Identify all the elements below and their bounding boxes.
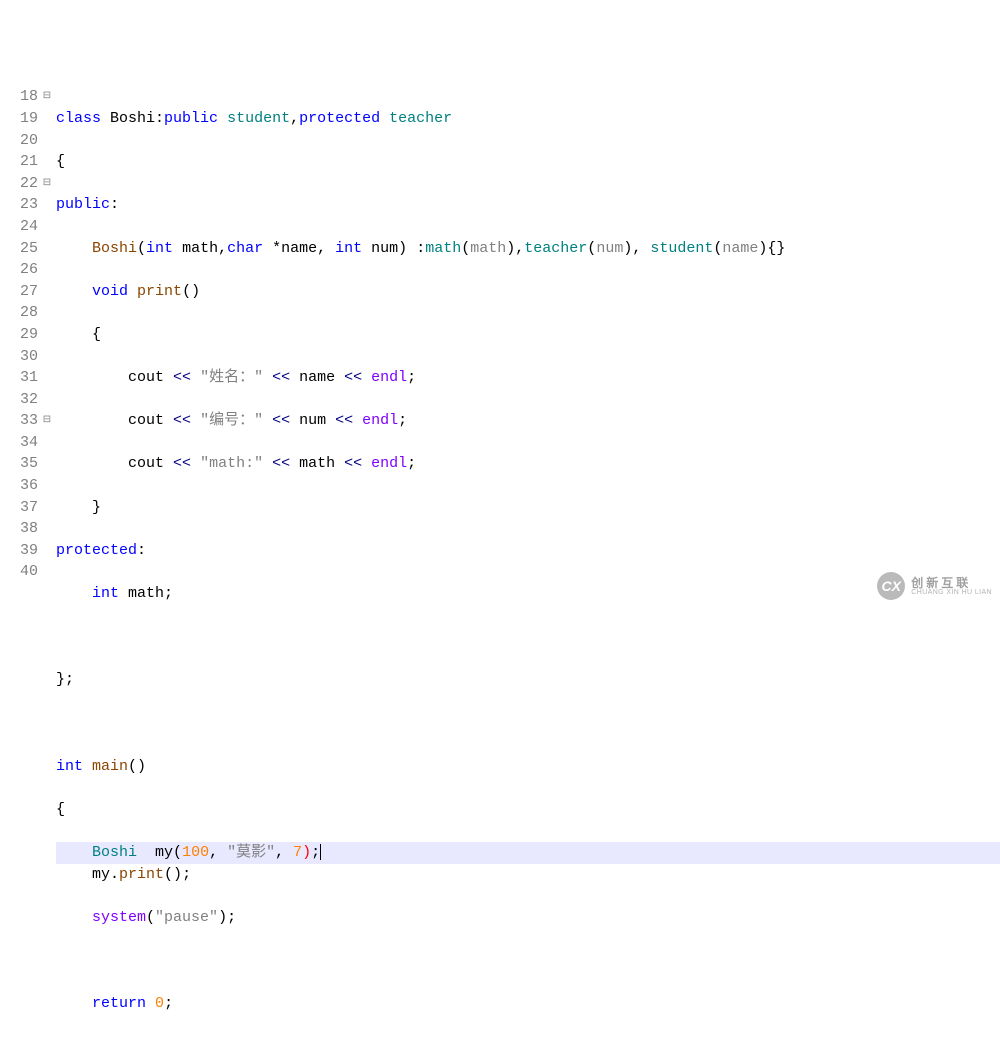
fold-marker	[40, 108, 54, 130]
line-number: 29	[0, 324, 38, 346]
line-number: 24	[0, 216, 38, 238]
line-number: 31	[0, 367, 38, 389]
fold-marker[interactable]: ⊟	[40, 410, 54, 432]
line-number: 27	[0, 281, 38, 303]
line-number: 37	[0, 497, 38, 519]
line-number: 19	[0, 108, 38, 130]
line-number: 20	[0, 130, 38, 152]
fold-marker	[40, 194, 54, 216]
watermark-text-zh: 创新互联	[911, 577, 992, 589]
fold-marker	[40, 238, 54, 260]
fold-marker	[40, 497, 54, 519]
line-number: 22	[0, 173, 38, 195]
code-line[interactable]: }	[56, 497, 1000, 519]
line-number: 30	[0, 346, 38, 368]
code-line[interactable]: cout << "编号：" << num << endl;	[56, 410, 1000, 432]
code-line[interactable]	[56, 626, 1000, 648]
code-line[interactable]: cout << "math:" << math << endl;	[56, 453, 1000, 475]
code-line[interactable]: }	[56, 1037, 1000, 1040]
fold-marker	[40, 216, 54, 238]
text-cursor	[320, 844, 321, 860]
code-line[interactable]: my.print();	[56, 864, 1000, 886]
line-number: 39	[0, 540, 38, 562]
fold-marker	[40, 346, 54, 368]
line-number: 33	[0, 410, 38, 432]
line-number: 40	[0, 561, 38, 583]
fold-marker	[40, 259, 54, 281]
fold-marker	[40, 432, 54, 454]
fold-marker	[40, 324, 54, 346]
code-line[interactable]: {	[56, 799, 1000, 821]
line-number: 36	[0, 475, 38, 497]
line-number: 23	[0, 194, 38, 216]
fold-marker	[40, 151, 54, 173]
code-line[interactable]: return 0;	[56, 993, 1000, 1015]
fold-marker[interactable]: ⊟	[40, 86, 54, 108]
fold-marker	[40, 130, 54, 152]
line-number: 21	[0, 151, 38, 173]
code-line[interactable]: void print()	[56, 281, 1000, 303]
fold-marker	[40, 367, 54, 389]
code-line[interactable]	[56, 713, 1000, 735]
line-number: 38	[0, 518, 38, 540]
code-line[interactable]: {	[56, 324, 1000, 346]
line-number: 25	[0, 238, 38, 260]
line-number: 35	[0, 453, 38, 475]
code-line[interactable]: public:	[56, 194, 1000, 216]
code-line-current[interactable]: Boshi my(100, "莫影", 7);	[56, 842, 1000, 864]
line-number: 26	[0, 259, 38, 281]
code-line[interactable]: class Boshi:public student,protected tea…	[56, 108, 1000, 130]
fold-marker	[40, 281, 54, 303]
code-line[interactable]: cout << "姓名：" << name << endl;	[56, 367, 1000, 389]
fold-marker	[40, 518, 54, 540]
code-line[interactable]	[56, 950, 1000, 972]
fold-marker	[40, 475, 54, 497]
code-line[interactable]: int main()	[56, 756, 1000, 778]
fold-marker	[40, 302, 54, 324]
code-editor: 1819202122232425262728293031323334353637…	[0, 86, 1000, 606]
fold-gutter: ⊟ ⊟ ⊟	[40, 86, 54, 606]
code-line[interactable]: {	[56, 151, 1000, 173]
line-number: 28	[0, 302, 38, 324]
code-line[interactable]: };	[56, 669, 1000, 691]
fold-marker	[40, 540, 54, 562]
line-number: 32	[0, 389, 38, 411]
code-line[interactable]: Boshi(int math,char *name, int num) :mat…	[56, 238, 1000, 260]
watermark-badge-icon: CX	[877, 572, 905, 600]
watermark-text-pinyin: CHUANG XIN HU LIAN	[911, 589, 992, 596]
code-line[interactable]: protected:	[56, 540, 1000, 562]
code-line[interactable]: system("pause");	[56, 907, 1000, 929]
fold-marker	[40, 453, 54, 475]
line-number: 34	[0, 432, 38, 454]
fold-marker[interactable]: ⊟	[40, 173, 54, 195]
watermark: CX 创新互联 CHUANG XIN HU LIAN	[877, 572, 992, 600]
line-number: 18	[0, 86, 38, 108]
code-area[interactable]: class Boshi:public student,protected tea…	[54, 86, 1000, 606]
code-line[interactable]: int math;	[56, 583, 1000, 605]
fold-marker	[40, 389, 54, 411]
line-number-gutter: 1819202122232425262728293031323334353637…	[0, 86, 40, 606]
fold-marker	[40, 561, 54, 583]
